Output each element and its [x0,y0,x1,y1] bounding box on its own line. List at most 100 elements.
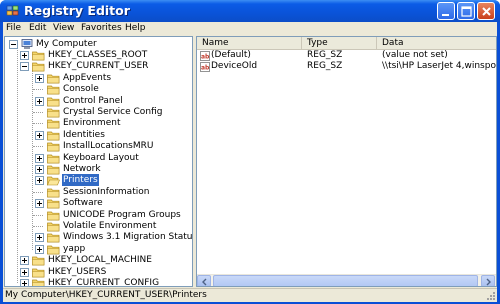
menu-view[interactable]: View [53,23,74,33]
folder-icon [47,198,60,209]
open-folder-icon [47,175,60,186]
folder-icon [32,278,45,286]
tree-item-label: Environment [63,118,121,129]
arrow-right-icon [486,278,491,286]
scroll-left-button[interactable] [197,275,211,286]
title-bar[interactable]: Registry Editor [0,0,500,22]
svg-text:ab: ab [201,65,210,72]
folder-icon [47,96,60,107]
horizontal-scrollbar[interactable] [197,274,496,286]
folder-icon [32,255,45,266]
folder-icon [47,84,60,95]
tree-connector [33,123,43,125]
expand-icon[interactable] [35,233,44,243]
maximize-button[interactable] [457,2,475,20]
tree-item-label: HKEY_CURRENT_CONFIG [48,278,160,287]
tree-item-label: Control Panel [63,95,123,106]
expand-icon[interactable] [35,176,44,186]
tree-connector [17,47,18,283]
folder-icon [47,73,60,84]
menu-file[interactable]: File [6,23,21,33]
folder-icon [47,153,60,164]
collapse-icon[interactable] [20,62,29,72]
tree-item-label: Volatile Environment [63,221,157,231]
expand-icon[interactable] [20,267,29,277]
computer-icon [21,39,34,50]
menu-favorites[interactable]: Favorites [81,23,122,33]
menu-help[interactable]: Help [125,23,146,33]
expand-icon[interactable] [20,279,29,286]
menu-edit[interactable]: Edit [29,23,46,33]
column-header-name[interactable]: Name [197,37,302,50]
tree-item-label: InstallLocationsMRU [63,141,154,152]
resize-grip-icon[interactable] [486,291,496,301]
tree-item-label: AppEvents [63,72,112,83]
scroll-right-button[interactable] [481,275,495,286]
tree-item-label: UNICODE Program Groups [63,209,181,220]
folder-icon [47,130,60,141]
minimize-button[interactable] [437,2,455,20]
folder-icon [47,187,60,198]
registry-editor-window: Registry Editor File Edit View Favorites… [0,0,500,304]
window-title: Registry Editor [24,3,130,18]
tree-connector [33,214,43,216]
folder-icon [47,221,60,232]
tree-item-label: Software [63,198,103,209]
tree-connector [32,70,33,250]
values-list-pane[interactable]: Name Type Data ab (Default) REG_SZ (valu… [196,36,497,287]
tree-item-label: HKEY_USERS [48,266,107,277]
value-data: (value not set) [382,50,448,60]
folder-icon [47,164,60,175]
expand-icon[interactable] [35,244,44,254]
tree-item-label: Keyboard Layout [63,152,139,163]
scroll-thumb[interactable] [213,275,478,286]
expand-icon[interactable] [35,130,44,140]
tree-item-label: Windows 3.1 Migration Status [63,232,193,243]
tree-item-label: yapp [63,243,86,254]
tree-item-label: Identities [63,129,105,140]
tree-connector [33,89,43,91]
expand-icon[interactable] [20,256,29,266]
collapse-icon[interactable] [9,40,18,49]
maximize-icon [461,6,472,17]
expand-icon[interactable] [35,73,44,83]
value-data: \\tsi\HP LaserJet 4,winspool,Ne04 [382,61,496,71]
tree-connector [33,112,43,113]
folder-icon [47,210,60,221]
close-button[interactable] [477,2,495,20]
value-type: REG_SZ [307,61,343,71]
close-icon [482,7,491,16]
svg-text:ab: ab [201,54,210,61]
tree-connector [33,226,43,227]
status-bar: My Computer\HKEY_CURRENT_USER\Printers [3,288,497,302]
folder-icon [32,50,45,61]
expand-icon[interactable] [35,199,44,209]
expand-icon[interactable] [35,96,44,106]
tree-item-label: HKEY_LOCAL_MACHINE [48,255,152,266]
tree-item-label: HKEY_CLASSES_ROOT [48,50,148,60]
status-path: My Computer\HKEY_CURRENT_USER\Printers [5,290,207,300]
folder-icon [47,107,60,118]
value-name: (Default) [211,50,251,60]
expand-icon[interactable] [35,165,44,174]
folder-icon [47,118,60,129]
folder-icon [47,244,60,255]
expand-icon[interactable] [20,51,29,60]
tree-item-label: Crystal Service Config [63,107,163,117]
tree-connector [33,191,43,193]
tree-connector [33,146,43,148]
column-header-data[interactable]: Data [377,37,496,50]
folder-icon [47,232,60,243]
value-name: DeviceOld [211,61,258,71]
menu-bar: File Edit View Favorites Help [3,22,497,36]
minimize-icon [442,14,449,16]
folder-icon [47,141,60,152]
column-header-type[interactable]: Type [302,37,377,50]
expand-icon[interactable] [35,153,44,163]
key-tree-pane[interactable]: My Computer HKEY_CLASSES_ROOT HKEY_CURREN… [4,36,193,287]
value-type: REG_SZ [307,50,343,60]
tree-item-label: SessionInformation [63,186,150,197]
string-value-icon: ab [200,62,210,72]
tree-item-label: Console [63,84,99,95]
tree-item-label: HKEY_CURRENT_USER [48,61,149,72]
